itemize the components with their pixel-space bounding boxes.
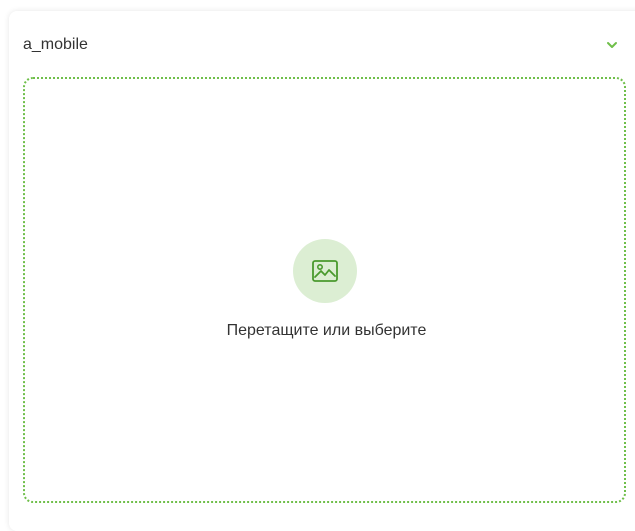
field-header[interactable]: a_mobile bbox=[9, 11, 635, 75]
field-title: a_mobile bbox=[23, 36, 88, 53]
image-icon-circle bbox=[293, 239, 357, 303]
upload-card: a_mobile Перетащите или выберите bbox=[9, 11, 635, 531]
image-icon bbox=[312, 260, 338, 282]
chevron-down-icon[interactable] bbox=[605, 38, 619, 52]
image-dropzone[interactable]: Перетащите или выберите bbox=[23, 77, 626, 503]
dropzone-hint: Перетащите или выберите bbox=[226, 322, 427, 339]
